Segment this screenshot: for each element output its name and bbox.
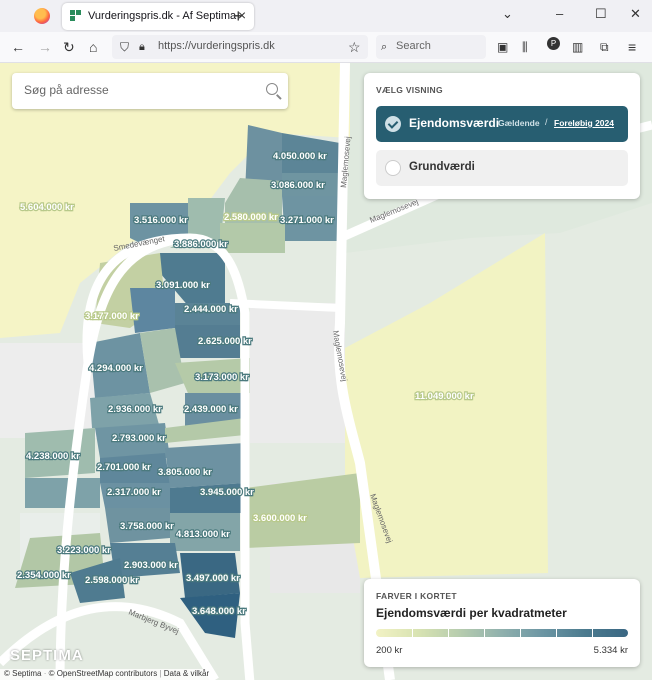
- value-label[interactable]: 3.758.000 kr: [119, 520, 176, 533]
- url-bar[interactable]: ⛉ 🔒︎ https://vurderingspris.dk ☆: [112, 35, 368, 59]
- value-label[interactable]: 3.648.000 kr: [191, 605, 248, 618]
- value-label[interactable]: 2.354.000 kr: [16, 569, 73, 582]
- bookmark-star-icon[interactable]: ☆: [348, 38, 361, 56]
- value-label[interactable]: 3.271.000 kr: [279, 214, 336, 227]
- value-label[interactable]: 2.793.000 kr: [111, 432, 168, 445]
- library-icon[interactable]: ⫼: [522, 38, 528, 56]
- legend-color-bar: [376, 629, 628, 637]
- value-label[interactable]: 2.439.000 kr: [183, 403, 240, 416]
- attribution-osm[interactable]: © OpenStreetMap contributors: [49, 669, 158, 678]
- search-icon: ⌕: [381, 41, 388, 53]
- maximize-icon[interactable]: ☐: [595, 6, 607, 22]
- new-tab-icon[interactable]: +: [233, 6, 244, 27]
- legend-title: Ejendomsværdi per kvadratmeter: [376, 606, 567, 620]
- forward-icon[interactable]: →: [38, 38, 52, 56]
- value-label[interactable]: 5.604.000 kr: [19, 201, 76, 214]
- home-icon[interactable]: ⌂: [89, 38, 97, 56]
- value-label[interactable]: 3.805.000 kr: [157, 466, 214, 479]
- firefox-icon[interactable]: [34, 8, 50, 24]
- value-label[interactable]: 3.086.000 kr: [270, 179, 327, 192]
- tab-list-icon[interactable]: ⌄: [502, 6, 513, 22]
- extension-icon[interactable]: ▥: [572, 38, 583, 56]
- account-icon[interactable]: P: [547, 37, 560, 50]
- value-label[interactable]: 2.598.000 kr: [84, 574, 141, 587]
- value-label[interactable]: 3.223.000 kr: [56, 544, 113, 557]
- shield-icon[interactable]: ⛉: [120, 38, 129, 56]
- option-grundvaerdi[interactable]: Grundværdi: [376, 150, 628, 186]
- value-label[interactable]: 3.886.000 kr: [173, 238, 230, 251]
- value-label[interactable]: 4.238.000 kr: [25, 450, 82, 463]
- map-attribution: © Septima · © OpenStreetMap contributors…: [0, 669, 214, 680]
- browser-search-bar[interactable]: ⌕ Search: [376, 35, 486, 59]
- legend-heading: FARVER I KORTET: [376, 591, 457, 601]
- map-canvas[interactable]: Smedevænget Maglemosevej Maglemosevej Ma…: [0, 63, 652, 680]
- option-ejendomsvaerdi[interactable]: Ejendomsværdi Gældende / Foreløbig 2024: [376, 106, 628, 142]
- color-legend: FARVER I KORTET Ejendomsværdi per kvadra…: [364, 579, 640, 667]
- septima-logo: SEPTIMA: [10, 647, 84, 664]
- status-preliminary-link[interactable]: Foreløbig 2024: [554, 118, 614, 128]
- value-label[interactable]: 11.049.000 kr: [414, 390, 475, 403]
- address-search-input[interactable]: [22, 82, 256, 98]
- value-label[interactable]: 2.317.000 kr: [106, 486, 163, 499]
- value-label[interactable]: 3.091.000 kr: [155, 279, 212, 292]
- value-label[interactable]: 3.497.000 kr: [185, 572, 242, 585]
- value-label[interactable]: 3.177.000 kr: [84, 310, 141, 323]
- legend-max: 5.334 kr: [593, 645, 628, 656]
- option-label: Ejendomsværdi: [409, 116, 500, 130]
- menu-icon[interactable]: ≡: [628, 38, 636, 56]
- puzzle-icon[interactable]: ⧉: [600, 38, 609, 56]
- lock-icon[interactable]: 🔒︎: [139, 38, 145, 56]
- browser-tab[interactable]: Vurderingspris.dk - Af Septima ×: [62, 3, 254, 30]
- browser-search-placeholder: Search: [396, 40, 431, 52]
- septima-favicon-icon: [70, 10, 81, 21]
- reload-icon[interactable]: ↻: [63, 38, 75, 56]
- search-icon[interactable]: [266, 83, 278, 95]
- screenshot-icon[interactable]: ▣: [497, 38, 508, 56]
- url-text[interactable]: https://vurderingspris.dk: [158, 40, 275, 52]
- value-label[interactable]: 3.516.000 kr: [133, 214, 190, 227]
- back-icon[interactable]: ←: [11, 38, 25, 56]
- status-current-link[interactable]: Gældende: [498, 118, 540, 128]
- browser-toolbar: ← → ↻ ⌂ ⛉ 🔒︎ https://vurderingspris.dk ☆…: [0, 32, 652, 63]
- value-label[interactable]: 3.945.000 kr: [199, 486, 256, 499]
- value-label[interactable]: 4.050.000 kr: [272, 150, 329, 163]
- value-label[interactable]: 4.813.000 kr: [175, 528, 232, 541]
- view-selector-panel: VÆLG VISNING Ejendomsværdi Gældende / Fo…: [364, 73, 640, 199]
- value-label[interactable]: 2.580.000 kr: [223, 211, 280, 224]
- attribution-data-terms[interactable]: Data & vilkår: [164, 669, 209, 678]
- value-label[interactable]: 2.936.000 kr: [107, 403, 164, 416]
- status-separator: /: [545, 117, 548, 127]
- value-label[interactable]: 2.625.000 kr: [197, 335, 254, 348]
- radio-icon[interactable]: [385, 160, 401, 176]
- value-label[interactable]: 3.173.000 kr: [194, 371, 251, 384]
- minimize-icon[interactable]: –: [556, 6, 563, 21]
- browser-tab-bar: Vurderingspris.dk - Af Septima × + ⌄ – ☐…: [0, 0, 652, 32]
- option-label: Grundværdi: [409, 161, 475, 173]
- value-label[interactable]: 3.600.000 kr: [252, 512, 309, 525]
- check-icon: [385, 116, 401, 132]
- address-search-box[interactable]: [12, 73, 288, 109]
- value-label[interactable]: 2.444.000 kr: [183, 303, 240, 316]
- tab-title: Vurderingspris.dk - Af Septima: [88, 10, 237, 22]
- legend-min: 200 kr: [376, 645, 403, 656]
- view-panel-heading: VÆLG VISNING: [376, 85, 443, 95]
- value-label[interactable]: 4.294.000 kr: [88, 362, 145, 375]
- close-window-icon[interactable]: ✕: [630, 6, 641, 22]
- value-label[interactable]: 2.701.000 kr: [96, 461, 153, 474]
- attribution-septima[interactable]: © Septima: [4, 669, 41, 678]
- value-label[interactable]: 2.903.000 kr: [123, 559, 180, 572]
